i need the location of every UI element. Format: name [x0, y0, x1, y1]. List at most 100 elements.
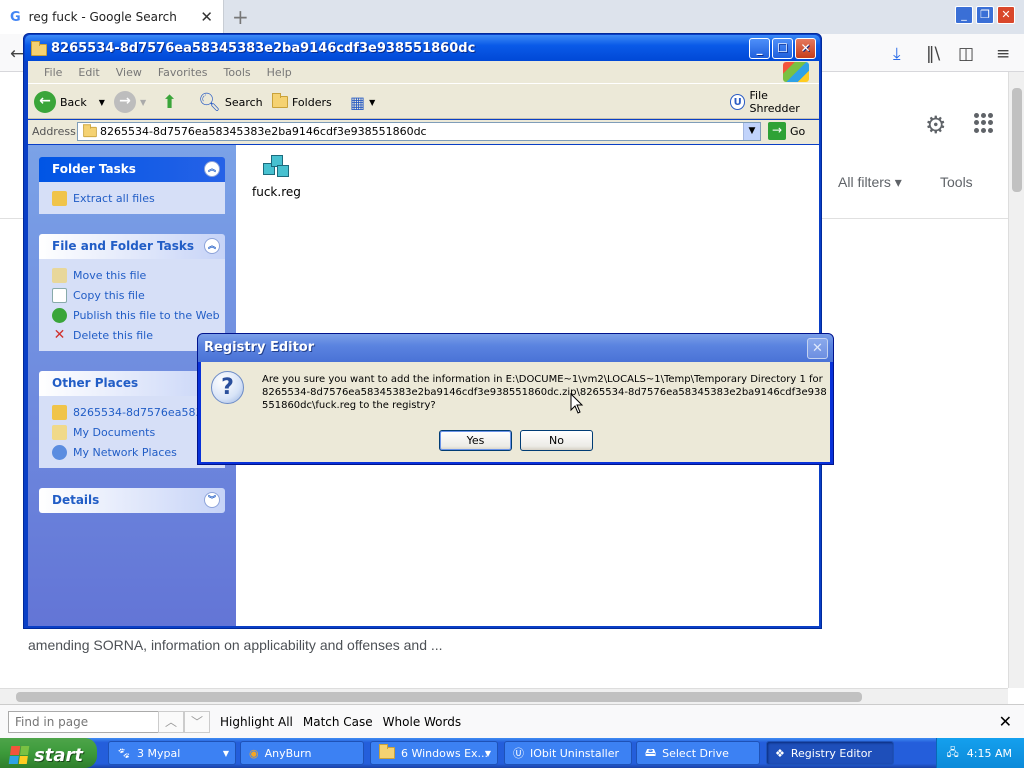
- dropdown-icon[interactable]: ▼: [99, 98, 105, 107]
- network-places-icon: [52, 444, 67, 460]
- my-documents-icon: [52, 424, 67, 440]
- scrollbar-thumb[interactable]: [16, 692, 862, 702]
- move-file-link[interactable]: Move this file: [52, 265, 225, 285]
- restore-icon[interactable]: ❐: [976, 6, 994, 24]
- copy-file-link[interactable]: Copy this file: [52, 285, 225, 305]
- find-previous-button[interactable]: ︿: [158, 710, 184, 733]
- dialog-body: ? Are you sure you want to add the infor…: [201, 362, 830, 462]
- download-icon[interactable]: ⤓: [893, 44, 901, 64]
- taskbar-item-windows-explorer[interactable]: 6 Windows Ex... ▼: [370, 741, 498, 765]
- menu-tools[interactable]: Tools: [216, 66, 259, 79]
- taskbar-item-mypal[interactable]: 🐾︎ 3 Mypal ▼: [108, 741, 236, 765]
- anyburn-icon: ◉: [249, 746, 259, 760]
- group-dropdown-icon: ▼: [484, 748, 491, 758]
- close-icon[interactable]: ✕: [997, 6, 1015, 24]
- up-folder-button[interactable]: ⬆: [162, 90, 177, 114]
- folder-icon: [83, 124, 97, 138]
- collapse-chevron-icon[interactable]: ︽: [204, 161, 220, 177]
- library-icon[interactable]: ‖\: [926, 44, 940, 64]
- forward-button[interactable]: → ▼: [114, 90, 146, 114]
- explorer-title-bar[interactable]: 8265534-8d7576ea58345383e2ba9146cdf3e938…: [25, 35, 820, 61]
- go-button[interactable]: → Go: [768, 122, 805, 140]
- no-button[interactable]: No: [520, 430, 593, 451]
- file-folder-tasks-header[interactable]: File and Folder Tasks ︽: [39, 234, 225, 259]
- result-snippet: amending SORNA, information on applicabi…: [28, 637, 443, 653]
- registry-file-icon: [261, 151, 291, 181]
- address-label: Address: [32, 125, 76, 138]
- find-bar: ︿ ﹀ Highlight All Match Case Whole Words…: [0, 704, 1024, 738]
- start-button[interactable]: start: [0, 738, 97, 768]
- folders-icon: [272, 93, 288, 108]
- file-shredder-button[interactable]: U File Shredder: [730, 89, 819, 115]
- horizontal-scrollbar[interactable]: [0, 688, 1008, 704]
- extract-all-files-link[interactable]: Extract all files: [52, 188, 225, 208]
- go-arrow-icon: →: [768, 122, 786, 140]
- folder-tasks-header[interactable]: Folder Tasks ︽: [39, 157, 225, 182]
- views-button[interactable]: ▦ ▼: [350, 90, 375, 114]
- network-tray-icon[interactable]: 🖧︎: [947, 744, 959, 763]
- find-input[interactable]: [8, 710, 162, 733]
- tools-button[interactable]: Tools: [940, 174, 973, 190]
- settings-gear-icon[interactable]: ⚙: [925, 111, 947, 139]
- taskbar-item-anyburn[interactable]: ◉ AnyBurn: [240, 741, 364, 765]
- close-button[interactable]: ✕: [795, 38, 816, 59]
- menu-view[interactable]: View: [108, 66, 150, 79]
- browser-window-controls: _ ❐ ✕: [955, 6, 1015, 24]
- iobit-icon: U: [730, 94, 746, 110]
- details-panel: Details ︾: [39, 488, 225, 513]
- file-item[interactable]: fuck.reg: [252, 151, 301, 199]
- highlight-all-toggle[interactable]: Highlight All: [220, 715, 293, 729]
- find-next-button[interactable]: ﹀: [184, 710, 210, 733]
- search-button[interactable]: 🔍︎ Search: [198, 90, 263, 114]
- forward-arrow-icon: →: [114, 91, 136, 113]
- mouse-cursor-icon: [570, 393, 584, 414]
- scrollbar-thumb[interactable]: [1012, 88, 1022, 192]
- close-find-bar-icon[interactable]: ✕: [999, 712, 1012, 731]
- folder-icon: [379, 744, 395, 759]
- folders-button[interactable]: Folders: [272, 90, 332, 114]
- windows-flag-icon: [8, 746, 30, 764]
- zip-folder-icon: [52, 190, 67, 206]
- clock[interactable]: 4:15 AM: [967, 747, 1012, 760]
- vertical-scrollbar[interactable]: [1008, 72, 1024, 688]
- move-file-icon: [52, 267, 67, 283]
- close-tab-icon[interactable]: ✕: [200, 8, 213, 26]
- chevron-down-icon[interactable]: ▼: [743, 123, 760, 140]
- browser-tab[interactable]: G reg fuck - Google Search ✕: [0, 0, 224, 34]
- registry-editor-dialog: Registry Editor ✕ ? Are you sure you wan…: [197, 333, 834, 465]
- new-tab-button[interactable]: +: [232, 5, 249, 29]
- group-dropdown-icon: ▼: [222, 748, 229, 758]
- dialog-close-button[interactable]: ✕: [807, 338, 828, 359]
- yes-button[interactable]: Yes: [439, 430, 512, 451]
- menu-help[interactable]: Help: [259, 66, 300, 79]
- menu-icon[interactable]: ≡: [996, 44, 1010, 64]
- menu-edit[interactable]: Edit: [70, 66, 107, 79]
- all-filters-button[interactable]: All filters ▾: [838, 174, 902, 191]
- taskbar-item-select-drive[interactable]: 🖴︎ Select Drive: [636, 741, 760, 765]
- dropdown-icon: ▼: [140, 97, 147, 107]
- minimize-icon[interactable]: _: [955, 6, 973, 24]
- google-apps-icon[interactable]: [974, 113, 994, 133]
- expand-chevron-icon[interactable]: ︾: [204, 492, 220, 508]
- explorer-title: 8265534-8d7576ea58345383e2ba9146cdf3e938…: [51, 40, 476, 56]
- back-arrow-icon: ←: [34, 91, 56, 113]
- minimize-button[interactable]: _: [749, 38, 770, 59]
- address-input[interactable]: 8265534-8d7576ea58345383e2ba9146cdf3e938…: [77, 122, 761, 141]
- taskbar-item-registry-editor[interactable]: ❖ Registry Editor: [766, 741, 894, 765]
- menu-favorites[interactable]: Favorites: [150, 66, 216, 79]
- maximize-button[interactable]: ☐: [772, 38, 793, 59]
- match-case-toggle[interactable]: Match Case: [303, 715, 373, 729]
- collapse-chevron-icon[interactable]: ︽: [204, 238, 220, 254]
- sidebar-icon[interactable]: ◫: [958, 44, 974, 64]
- publish-to-web-link[interactable]: Publish this file to the Web: [52, 305, 225, 325]
- delete-x-icon: ✕: [53, 326, 66, 343]
- details-header[interactable]: Details ︾: [39, 488, 225, 513]
- zip-folder-icon: [52, 404, 67, 420]
- whole-words-toggle[interactable]: Whole Words: [383, 715, 461, 729]
- menu-file[interactable]: File: [36, 66, 70, 79]
- taskbar-item-iobit[interactable]: Ⓤ IObit Uninstaller: [504, 741, 632, 765]
- globe-icon: [52, 307, 67, 323]
- back-button[interactable]: ← Back ▼: [34, 90, 105, 114]
- dialog-message: Are you sure you want to add the informa…: [262, 374, 827, 411]
- dialog-title-bar[interactable]: Registry Editor: [198, 334, 833, 362]
